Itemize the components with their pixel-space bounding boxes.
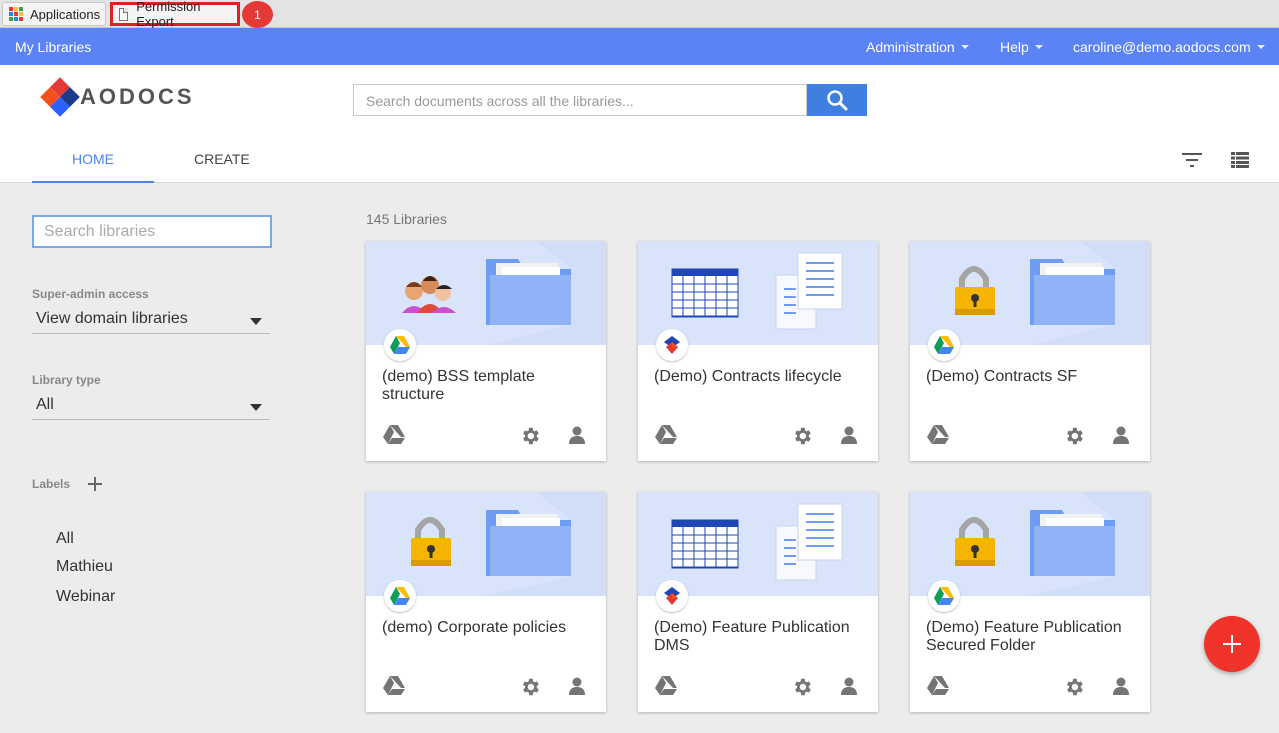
google-drive-icon[interactable] [927, 676, 949, 698]
gear-icon[interactable] [1063, 676, 1085, 698]
library-title[interactable]: (demo) Corporate policies [382, 619, 592, 637]
user-icon[interactable] [567, 676, 589, 698]
google-drive-icon[interactable] [927, 425, 949, 447]
caret-down-icon [1256, 45, 1265, 49]
logo-text: AODOCS [80, 84, 195, 109]
library-type-badge [384, 329, 416, 361]
google-drive-icon[interactable] [383, 425, 405, 447]
plus-icon [1223, 635, 1241, 653]
google-drive-icon [934, 587, 954, 605]
caret-down-icon [960, 45, 969, 49]
superadmin-select-value: View domain libraries [36, 310, 188, 327]
library-type-badge [656, 329, 688, 361]
user-icon[interactable] [839, 425, 861, 447]
bookmark-applications-label: Applications [30, 6, 101, 22]
user-menu[interactable]: caroline@demo.aodocs.com [1073, 39, 1265, 55]
user-icon[interactable] [839, 676, 861, 698]
library-search-input[interactable]: Search libraries [32, 215, 272, 248]
bookmark-permission-export[interactable]: Permission Export [110, 0, 240, 29]
library-card[interactable]: (demo) BSS template structure [366, 241, 606, 461]
apps-grid-icon [9, 7, 23, 21]
caret-down-icon [1034, 45, 1043, 49]
bookmark-permission-export-label: Permission Export [136, 0, 201, 29]
aodocs-icon [664, 587, 680, 605]
labels-heading: Labels [32, 477, 71, 491]
list-view-icon[interactable] [1231, 152, 1249, 168]
search-icon [827, 90, 848, 111]
gear-icon[interactable] [791, 425, 813, 447]
tab-home[interactable]: HOME [32, 151, 154, 183]
my-libraries-link[interactable]: My Libraries [15, 39, 91, 55]
step-badge: 1 [242, 1, 273, 28]
gear-icon[interactable] [519, 425, 541, 447]
filter-icon[interactable] [1182, 153, 1202, 167]
library-title[interactable]: (Demo) Contracts lifecycle [654, 368, 864, 386]
label-item-mathieu[interactable]: Mathieu [56, 558, 113, 576]
library-type-label: Library type [32, 373, 101, 387]
library-type-select[interactable]: All [32, 396, 270, 420]
user-icon[interactable] [567, 425, 589, 447]
dropdown-arrow-icon [250, 404, 262, 411]
aodocs-icon [664, 336, 680, 354]
bookmark-applications[interactable]: Applications [2, 2, 106, 26]
help-menu-label: Help [1000, 39, 1029, 55]
library-type-select-value: All [36, 396, 54, 413]
bookmarks-bar: Applications Permission Export 1 [0, 0, 1279, 29]
user-icon[interactable] [1111, 676, 1133, 698]
google-drive-icon[interactable] [655, 676, 677, 698]
document-search-input[interactable]: Search documents across all the librarie… [353, 84, 807, 116]
label-item-webinar[interactable]: Webinar [56, 588, 115, 606]
library-title[interactable]: (demo) BSS template structure [382, 368, 592, 404]
tab-create[interactable]: CREATE [194, 151, 250, 167]
add-label-plus-icon[interactable] [87, 476, 103, 492]
library-card[interactable]: (Demo) Feature Publication DMS [638, 492, 878, 712]
dropdown-arrow-icon [250, 318, 262, 325]
page-header: AODOCS Search documents across all the l… [0, 65, 1279, 183]
aodocs-logo-mark-icon [40, 77, 80, 117]
library-card[interactable]: (Demo) Contracts SF [910, 241, 1150, 461]
google-drive-icon [934, 336, 954, 354]
administration-menu-label: Administration [866, 39, 955, 55]
gear-icon[interactable] [1063, 425, 1085, 447]
search-button[interactable] [807, 84, 867, 116]
library-card[interactable]: (demo) Corporate policies [366, 492, 606, 712]
superadmin-select[interactable]: View domain libraries [32, 310, 270, 334]
library-card[interactable]: (Demo) Feature Publication Secured Folde… [910, 492, 1150, 712]
document-icon [119, 7, 129, 21]
user-icon[interactable] [1111, 425, 1133, 447]
aodocs-logo[interactable]: AODOCS [40, 77, 195, 117]
label-item-all[interactable]: All [56, 530, 74, 548]
help-menu[interactable]: Help [1000, 39, 1043, 55]
library-type-badge [928, 329, 960, 361]
app-bar: My Libraries Administration Help carolin… [0, 28, 1279, 65]
google-drive-icon [390, 587, 410, 605]
superadmin-label: Super-admin access [32, 287, 149, 301]
library-type-badge [656, 580, 688, 612]
library-title[interactable]: (Demo) Contracts SF [926, 368, 1136, 386]
library-card[interactable]: (Demo) Contracts lifecycle [638, 241, 878, 461]
google-drive-icon [390, 336, 410, 354]
library-title[interactable]: (Demo) Feature Publication DMS [654, 619, 864, 655]
google-drive-icon[interactable] [383, 676, 405, 698]
administration-menu[interactable]: Administration [866, 39, 969, 55]
user-email: caroline@demo.aodocs.com [1073, 39, 1251, 55]
create-library-button[interactable] [1204, 616, 1260, 672]
library-count: 145 Libraries [366, 211, 447, 227]
library-title[interactable]: (Demo) Feature Publication Secured Folde… [926, 619, 1136, 655]
gear-icon[interactable] [791, 676, 813, 698]
gear-icon[interactable] [519, 676, 541, 698]
google-drive-icon[interactable] [655, 425, 677, 447]
library-type-badge [928, 580, 960, 612]
library-type-badge [384, 580, 416, 612]
